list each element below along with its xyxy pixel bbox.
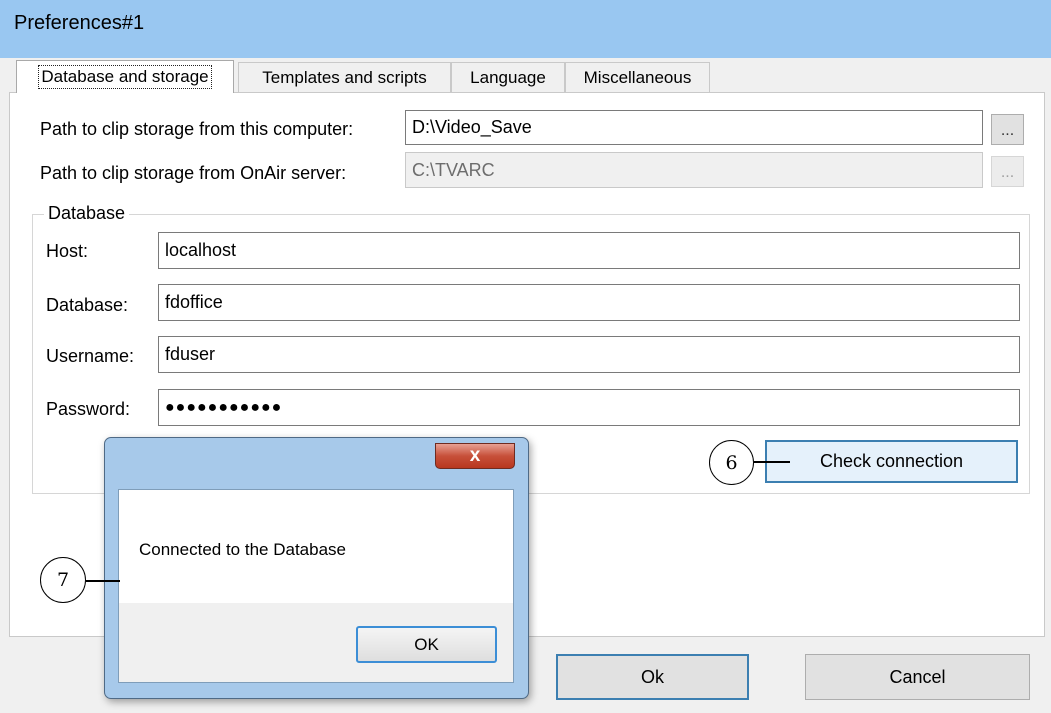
window-title: Preferences#1 [14, 12, 145, 34]
message-ok-button[interactable]: OK [356, 626, 497, 663]
password-label: Password: [46, 399, 131, 419]
local-path-label: Path to clip storage from this computer: [40, 119, 354, 139]
host-input[interactable]: localhost [158, 232, 1020, 269]
tab-database-and-storage[interactable]: Database and storage [16, 60, 234, 93]
callout-6: 6 [709, 440, 754, 485]
callout-6-leader [754, 461, 790, 463]
password-input[interactable]: ●●●●●●●●●●● [158, 389, 1020, 426]
server-path-label: Path to clip storage from OnAir server: [40, 163, 347, 183]
server-path-browse-button: ... [991, 156, 1024, 187]
host-label: Host: [46, 241, 89, 261]
tab-label: Database and storage [38, 65, 212, 89]
ok-button[interactable]: Ok [556, 654, 749, 700]
close-icon[interactable]: x [435, 443, 515, 469]
username-input[interactable]: fduser [158, 336, 1020, 373]
title-bar[interactable] [0, 0, 1051, 58]
database-label: Database: [46, 295, 129, 315]
username-label: Username: [46, 346, 135, 366]
callout-7: 7 [40, 557, 86, 603]
cancel-button[interactable]: Cancel [805, 654, 1030, 700]
message-text: Connected to the Database [139, 540, 346, 559]
server-path-input: C:\TVARC [405, 152, 983, 188]
local-path-browse-button[interactable]: ... [991, 114, 1024, 145]
tab-miscellaneous[interactable]: Miscellaneous [565, 62, 710, 92]
callout-7-leader [86, 580, 120, 582]
local-path-input[interactable]: D:\Video_Save [405, 110, 983, 145]
tab-language[interactable]: Language [451, 62, 565, 92]
database-group-legend: Database [44, 203, 130, 224]
tab-templates-and-scripts[interactable]: Templates and scripts [238, 62, 451, 92]
check-connection-button[interactable]: Check connection [765, 440, 1018, 483]
database-input[interactable]: fdoffice [158, 284, 1020, 321]
